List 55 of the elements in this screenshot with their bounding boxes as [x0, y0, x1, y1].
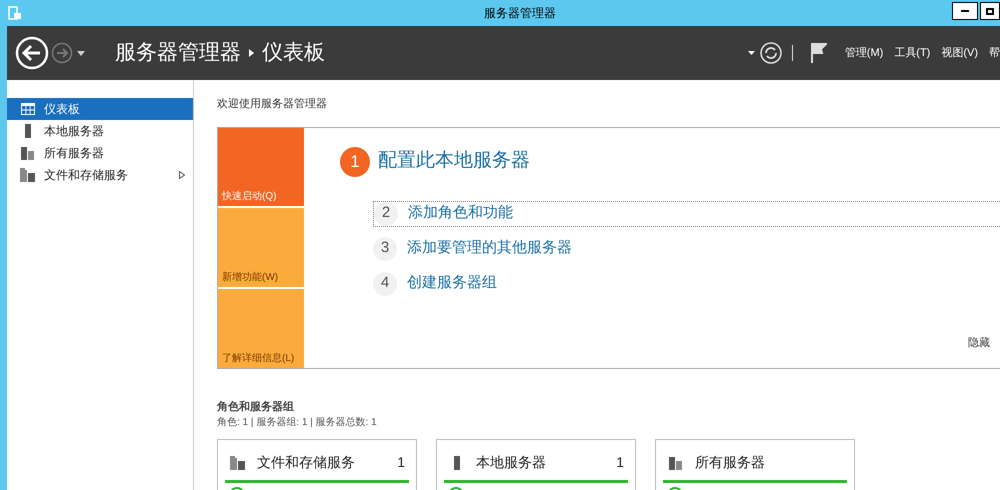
- folder-server-icon: [230, 456, 246, 470]
- step-number: 2: [374, 202, 398, 226]
- back-icon[interactable]: [15, 36, 49, 70]
- card-title: 所有服务器: [695, 453, 765, 472]
- dropdown-icon[interactable]: [77, 50, 85, 56]
- sidebar-item[interactable]: 文件和存储服务: [7, 164, 193, 186]
- dropdown-icon[interactable]: [748, 51, 755, 55]
- grid-icon: [21, 103, 35, 115]
- step-label: 添加角色和功能: [408, 203, 513, 224]
- quick-tile[interactable]: 了解详细信息(L): [218, 288, 304, 368]
- step-number: 3: [373, 236, 397, 260]
- step-link[interactable]: 3 添加要管理的其他服务器: [373, 236, 1000, 262]
- minimize-button[interactable]: [952, 2, 978, 20]
- role-card[interactable]: 本地服务器 1: [436, 439, 636, 490]
- role-card[interactable]: 文件和存储服务 1: [217, 439, 417, 490]
- app-icon: [8, 6, 22, 20]
- step-number: 4: [373, 272, 397, 296]
- card-title: 文件和存储服务: [257, 453, 355, 472]
- menu-item[interactable]: 管理(M): [844, 44, 884, 62]
- card-count: 1: [616, 453, 624, 472]
- sidebar-label: 所有服务器: [44, 145, 104, 162]
- chevron-right-icon: [249, 49, 254, 57]
- step-label: 创建服务器组: [407, 273, 497, 294]
- sidebar-label: 仪表板: [44, 101, 80, 118]
- breadcrumb-item[interactable]: 服务器管理器: [115, 37, 241, 69]
- step-link[interactable]: 4 创建服务器组: [373, 270, 1000, 296]
- servers-icon: [669, 456, 683, 470]
- quick-tile[interactable]: 新增功能(W): [218, 208, 304, 289]
- folder-server-icon: [20, 168, 36, 182]
- refresh-icon[interactable]: [760, 42, 782, 64]
- sidebar-item[interactable]: 仪表板: [7, 98, 193, 120]
- hide-link[interactable]: 隐藏: [968, 335, 990, 352]
- section-heading: 角色和服务器组: [217, 400, 295, 414]
- card-title: 本地服务器: [476, 453, 546, 472]
- step-link[interactable]: 配置此本地服务器: [378, 147, 530, 176]
- step-label: 添加要管理的其他服务器: [407, 238, 572, 258]
- card-count: 1: [397, 453, 405, 472]
- sidebar-label: 文件和存储服务: [44, 167, 128, 184]
- maximize-button[interactable]: [980, 2, 1000, 20]
- section-heading: 欢迎使用服务器管理器: [217, 96, 328, 112]
- sidebar-item[interactable]: 所有服务器: [7, 142, 193, 164]
- step-link[interactable]: 2 添加角色和功能: [373, 200, 1000, 226]
- menu-item[interactable]: 帮: [989, 44, 1000, 62]
- roles-summary: 角色: 1 | 服务器组: 1 | 服务器总数: 1: [217, 416, 378, 430]
- step-number: 1: [340, 146, 370, 176]
- flag-icon[interactable]: [810, 43, 827, 63]
- window-title: 服务器管理器: [484, 5, 556, 22]
- menu-item[interactable]: 工具(T): [894, 44, 930, 62]
- servers-icon: [21, 146, 35, 160]
- sidebar-item[interactable]: 本地服务器: [7, 120, 193, 142]
- role-card[interactable]: 所有服务器: [655, 439, 855, 490]
- menu-item[interactable]: 视图(V): [941, 44, 978, 62]
- expand-icon[interactable]: [179, 171, 185, 179]
- sidebar-label: 本地服务器: [44, 123, 104, 140]
- breadcrumb-item[interactable]: 仪表板: [262, 37, 325, 69]
